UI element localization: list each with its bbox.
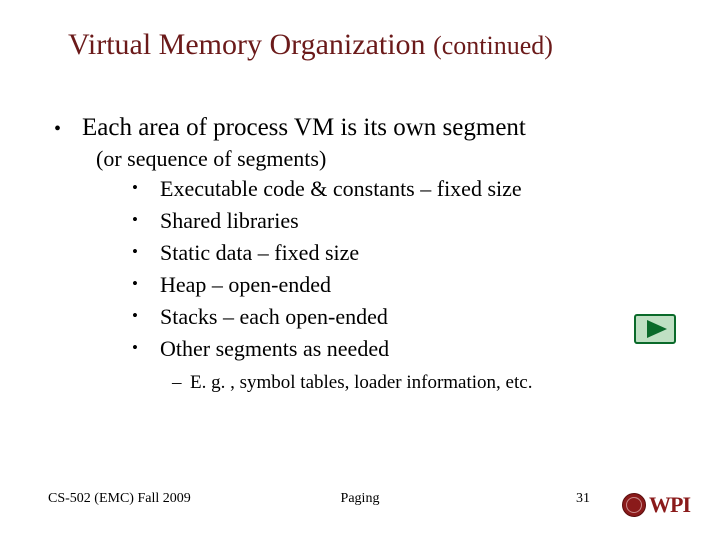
- bullet-level-3: – E. g. , symbol tables, loader informat…: [172, 370, 680, 397]
- footer-logo: WPI: [622, 492, 690, 518]
- bullet-text: E. g. , symbol tables, loader informatio…: [190, 370, 532, 397]
- bullet-level-1: • Each area of process VM is its own seg…: [54, 112, 680, 145]
- bullet-level-2: • Stacks – each open-ended: [132, 301, 680, 333]
- bullet-dot: •: [132, 205, 160, 237]
- bullet-text: Static data – fixed size: [160, 237, 359, 269]
- slide: Virtual Memory Organization (continued) …: [0, 0, 720, 540]
- bullet-paren: (or sequence of segments): [96, 145, 680, 174]
- bullet-dot: •: [132, 333, 160, 365]
- bullet-dot: •: [132, 237, 160, 269]
- title-sub: (continued): [433, 31, 553, 60]
- footer-topic: Paging: [341, 491, 380, 507]
- slide-footer: CS-502 (EMC) Fall 2009 Paging 31 WPI: [0, 486, 720, 512]
- bullet-level-2: • Static data – fixed size: [132, 237, 680, 269]
- slide-body: • Each area of process VM is its own seg…: [54, 112, 680, 397]
- wpi-wordmark: WPI: [649, 492, 690, 518]
- bullet-dot: •: [132, 173, 160, 205]
- title-main: Virtual Memory Organization: [68, 28, 433, 61]
- bullet-text: Shared libraries: [160, 205, 299, 237]
- footer-page-number: 31: [576, 491, 590, 507]
- bullet-text: Each area of process VM is its own segme…: [82, 112, 526, 145]
- bullet-text: Executable code & constants – fixed size: [160, 173, 522, 205]
- slide-title: Virtual Memory Organization (continued): [68, 28, 680, 62]
- bullet-level-2: • Shared libraries: [132, 205, 680, 237]
- bullet-dot: •: [132, 269, 160, 301]
- bullet-dot: •: [132, 301, 160, 333]
- bullet-text: Other segments as needed: [160, 333, 389, 365]
- bullet-level-2: • Executable code & constants – fixed si…: [132, 173, 680, 205]
- bullet-dash: –: [172, 370, 190, 397]
- wpi-seal-icon: [622, 493, 646, 517]
- play-icon[interactable]: [634, 314, 676, 344]
- bullet-dot: •: [54, 112, 82, 145]
- bullet-text: Stacks – each open-ended: [160, 301, 388, 333]
- bullet-level-2: • Other segments as needed: [132, 333, 680, 365]
- bullet-text: Heap – open-ended: [160, 269, 331, 301]
- footer-course: CS-502 (EMC) Fall 2009: [48, 491, 288, 507]
- bullet-level-2: • Heap – open-ended: [132, 269, 680, 301]
